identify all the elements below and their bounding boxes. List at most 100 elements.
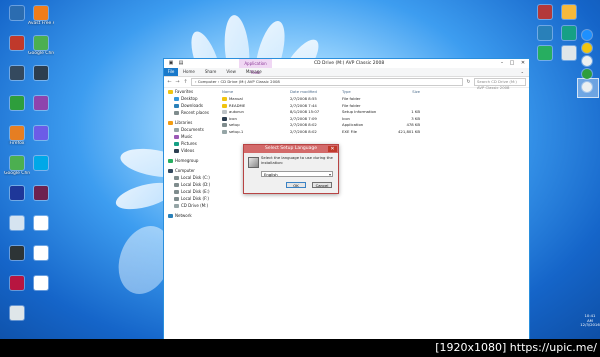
tab-share[interactable]: Share: [200, 68, 222, 76]
app-icon: [34, 186, 48, 200]
desktop-icon[interactable]: Avast Free Antivirus: [28, 6, 54, 26]
tab-file[interactable]: File: [164, 68, 178, 76]
close-icon[interactable]: ✕: [518, 59, 528, 68]
nav-item[interactable]: Desktop: [164, 95, 219, 102]
properties-icon[interactable]: ▤: [176, 59, 186, 68]
nav-item-label: Libraries: [175, 120, 193, 125]
desktop-icon[interactable]: [532, 26, 558, 40]
pictures-icon: [174, 142, 179, 146]
taskbar-button[interactable]: [580, 82, 594, 92]
desktop-icon[interactable]: [28, 96, 54, 111]
refresh-icon[interactable]: ↻: [466, 79, 471, 85]
nav-item-label: Computer: [175, 168, 195, 173]
minimize-icon[interactable]: –: [497, 59, 507, 68]
app-icon: [562, 46, 576, 60]
desktop-icon[interactable]: [4, 306, 30, 321]
app-icon: [10, 36, 24, 50]
desktop-icon[interactable]: [4, 96, 30, 111]
nav-item[interactable]: Local Disk (E:): [164, 188, 219, 195]
desktop-icon[interactable]: Firefox: [4, 126, 30, 146]
nav-item[interactable]: Videos: [164, 147, 219, 154]
title-bar[interactable]: ▣ ▤ Application Tools CD Drive (M:) AVP …: [164, 59, 529, 75]
up-icon[interactable]: ↑: [183, 79, 188, 85]
desktop-icon[interactable]: [4, 66, 30, 81]
taskbar-button[interactable]: [580, 69, 594, 79]
language-select-value: English: [264, 172, 278, 177]
taskbar-button[interactable]: [580, 30, 594, 40]
desktop-icon[interactable]: [28, 216, 54, 231]
back-icon[interactable]: ←: [167, 79, 172, 85]
ok-button[interactable]: OK: [286, 182, 306, 188]
nav-item[interactable]: Recent places: [164, 109, 219, 116]
context-tab-application-tools[interactable]: Application Tools: [239, 59, 272, 75]
nav-item[interactable]: Computer: [164, 167, 219, 174]
desktop-icon[interactable]: [28, 186, 54, 201]
desktop-icon[interactable]: [532, 46, 558, 60]
desktop-icon[interactable]: [532, 5, 558, 19]
dialog-close-icon[interactable]: ✕: [328, 146, 337, 152]
app-icon: [10, 66, 24, 80]
language-select[interactable]: English ▾: [261, 171, 333, 177]
column-date-modified[interactable]: Date modified: [290, 88, 342, 96]
nav-item[interactable]: Libraries: [164, 119, 219, 126]
tab-home[interactable]: Home: [178, 68, 200, 76]
desktop-icon[interactable]: [556, 5, 582, 19]
taskbar-button[interactable]: [580, 56, 594, 66]
clock[interactable]: 10:41 AM 12/3/2016: [580, 313, 600, 328]
expand-ribbon-icon[interactable]: ⌄: [516, 68, 529, 76]
nav-item-label: Local Disk (F:): [181, 196, 209, 201]
desktop-icon[interactable]: [4, 186, 30, 201]
address-bar[interactable]: › Computer › CD Drive (M:) AVP Classic 2…: [191, 78, 463, 86]
nav-item-label: Music: [181, 134, 193, 139]
column-size[interactable]: Size: [390, 88, 420, 96]
file-type: EXE File: [342, 128, 357, 134]
desktop-icon[interactable]: [4, 276, 30, 291]
desktop-icon[interactable]: [4, 216, 30, 231]
forward-icon[interactable]: →: [175, 79, 180, 85]
network-icon: [168, 214, 173, 218]
search-input[interactable]: Search CD Drive (M:) AVP Classic 2008: [474, 78, 526, 90]
desktop-icon[interactable]: [28, 126, 54, 141]
nav-item[interactable]: Documents: [164, 126, 219, 133]
nav-item[interactable]: Music: [164, 133, 219, 140]
cancel-button[interactable]: Cancel: [312, 182, 332, 188]
taskbar-button[interactable]: [580, 43, 594, 53]
nav-item[interactable]: Local Disk (C:): [164, 174, 219, 181]
nav-item-label: Videos: [181, 148, 195, 153]
desktop-icon[interactable]: [556, 46, 582, 60]
desktop-icon[interactable]: [28, 276, 54, 291]
explorer-window: ▣ ▤ Application Tools CD Drive (M:) AVP …: [163, 58, 530, 339]
column-name[interactable]: Name: [219, 88, 290, 96]
desktop-icon[interactable]: Google Chrome: [28, 36, 54, 56]
clock-date: 12/3/2016: [580, 322, 600, 327]
game-icon: [538, 5, 552, 19]
nav-item[interactable]: Favorites: [164, 88, 219, 95]
nav-item[interactable]: Local Disk (D:): [164, 181, 219, 188]
nav-item[interactable]: CD Drive (M:): [164, 202, 219, 209]
maximize-icon[interactable]: □: [507, 59, 517, 68]
setup-language-dialog: Select Setup Language ✕ Select the langu…: [243, 144, 339, 194]
nav-item[interactable]: Pictures: [164, 140, 219, 147]
ie-icon: [582, 30, 592, 40]
desktop-icon[interactable]: [28, 66, 54, 81]
desktop-icon[interactable]: [28, 156, 54, 171]
nav-item[interactable]: Homegroup: [164, 157, 219, 164]
desktop-icon[interactable]: [556, 26, 582, 40]
nav-item[interactable]: Local Disk (F:): [164, 195, 219, 202]
recycle-bin-icon: [10, 306, 24, 320]
nav-item[interactable]: Downloads: [164, 102, 219, 109]
tab-view[interactable]: View: [221, 68, 241, 76]
file-date: 2/7/2008 8:02: [290, 128, 317, 134]
desktop-icon[interactable]: [4, 6, 30, 21]
desktop-icon[interactable]: [28, 246, 54, 261]
desktop-icon[interactable]: [4, 246, 30, 261]
table-row[interactable]: setup.1 2/7/2008 8:02 EXE File 421,801 KB: [219, 129, 529, 136]
desktop-icon[interactable]: Google Chrome: [4, 156, 30, 176]
nav-item-label: CD Drive (M:): [181, 203, 208, 208]
desktop-icon[interactable]: [4, 36, 30, 51]
column-type[interactable]: Type: [342, 88, 390, 96]
quick-access-icon[interactable]: ▣: [166, 59, 176, 68]
nav-item-label: Local Disk (D:): [181, 182, 211, 187]
file-rows: Manual 2/7/2008 8:55 File folder README 2/7/…: [219, 96, 529, 135]
nav-item[interactable]: Network: [164, 212, 219, 219]
